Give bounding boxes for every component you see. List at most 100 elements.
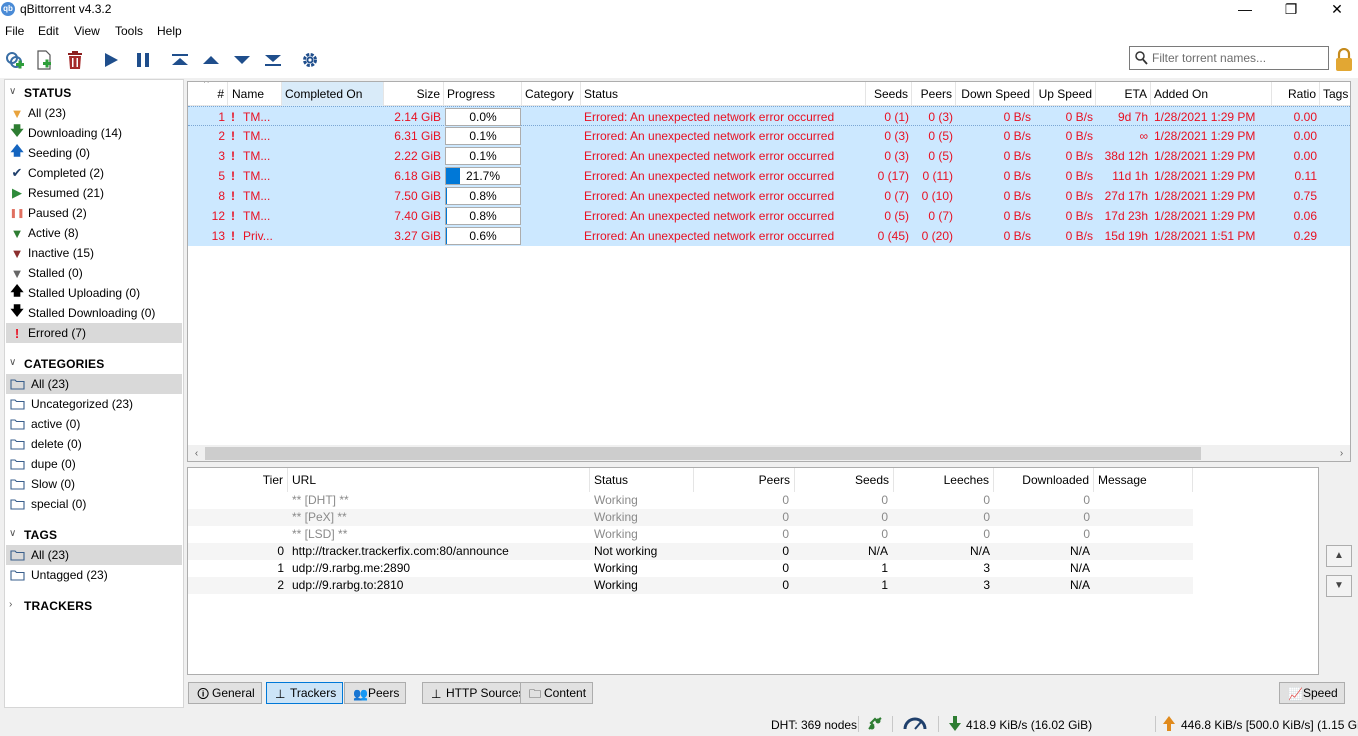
sidebar-status-item[interactable]: ✔ Completed (2) [6,163,182,183]
tracker-column-header[interactable]: Seeds [795,468,894,492]
tracker-column-header[interactable]: Peers [694,468,795,492]
lock-icon[interactable] [1334,48,1354,72]
maximize-button[interactable]: ❐ [1268,0,1314,20]
delete-torrent-button[interactable] [62,48,88,72]
torrent-row[interactable]: 13! Priv... 3.27 GiB 0.6% Errored: An unexpe… [188,226,1350,246]
column-header[interactable]: Peers [912,82,956,106]
torrent-row[interactable]: 5! TM... 6.18 GiB 21.7% Errored: An unexpect… [188,166,1350,186]
add-torrent-link-button[interactable] [1,48,27,72]
close-button[interactable]: ✕ [1314,0,1358,20]
pause-button[interactable] [130,48,156,72]
sidebar-status-item[interactable]: ▼ Stalled (0) [6,263,182,283]
sidebar-status-item[interactable]: ! Errored (7) [6,323,182,343]
menu-edit[interactable]: Edit [38,24,59,38]
sidebar-status-item[interactable]: 🡇 Downloading (14) [6,123,182,143]
tracker-column-header[interactable]: Status [590,468,694,492]
tracker-cell-url: udp://9.rarbg.to:2810 [292,578,404,592]
tracker-column-header[interactable]: Message [1094,468,1193,492]
sidebar-tag-item[interactable]: Untagged (23) [6,565,182,585]
tracker-row[interactable]: ** [PeX] ** Working 0 0 0 0 [188,509,1193,526]
sidebar-category-item[interactable]: delete (0) [6,434,182,454]
column-header[interactable]: Ratio [1272,82,1320,106]
connection-status-icon[interactable] [867,717,883,731]
search-input[interactable] [1152,50,1324,66]
column-header[interactable]: Progress [444,82,522,106]
sidebar-category-item[interactable]: Slow (0) [6,474,182,494]
sidebar-status-item[interactable]: 🡅 Seeding (0) [6,143,182,163]
qbittorrent-logo-icon: qb [1,2,15,16]
tracker-row[interactable]: 0 http://tracker.trackerfix.com:80/announ… [188,543,1193,560]
tracker-row[interactable]: ** [DHT] ** Working 0 0 0 0 [188,492,1193,509]
chevron-right-icon: › [9,599,13,610]
tags-section-header[interactable]: ∨ TAGS [5,524,183,544]
column-header[interactable]: Up Speed [1034,82,1096,106]
sidebar-category-item[interactable]: active (0) [6,414,182,434]
menu-file[interactable]: File [5,24,24,38]
status-section-header[interactable]: ∨ STATUS [5,82,183,102]
tab-trackers[interactable]: ⊥ Trackers [266,682,344,704]
sidebar-category-item[interactable]: dupe (0) [6,454,182,474]
sidebar-category-item[interactable]: special (0) [6,494,182,514]
speed-limit-icon[interactable] [903,716,927,730]
torrent-row[interactable]: 1! TM... 2.14 GiB 0.0% Errored: An unexpecte… [188,106,1350,126]
tab-http-sources[interactable]: ⊥ HTTP Sources [422,682,532,704]
tracker-row[interactable]: 2 udp://9.rarbg.to:2810 Working 0 1 3 N/A [188,577,1193,594]
tracker-cell-url: ** [LSD] ** [292,527,348,541]
sidebar-status-item[interactable]: ▼ Active (8) [6,223,182,243]
sidebar-status-item[interactable]: 🡅 Stalled Uploading (0) [6,283,182,303]
column-header[interactable]: Size [384,82,444,106]
tracker-move-down-button[interactable]: ▼ [1326,575,1352,597]
column-header[interactable]: Completed On [282,82,384,106]
search-field[interactable] [1129,46,1329,70]
sidebar-category-item[interactable]: All (23) [6,374,182,394]
torrent-row[interactable]: 8! TM... 7.50 GiB 0.8% Errored: An unexpecte… [188,186,1350,206]
sidebar-category-item[interactable]: Uncategorized (23) [6,394,182,414]
resume-button[interactable] [98,48,124,72]
categories-section-header[interactable]: ∨ CATEGORIES [5,353,183,373]
sidebar-status-item[interactable]: ❚❚ Paused (2) [6,203,182,223]
minimize-button[interactable]: — [1222,0,1268,20]
move-to-bottom-button[interactable] [260,48,286,72]
torrent-row[interactable]: 3! TM... 2.22 GiB 0.1% Errored: An unexpecte… [188,146,1350,166]
scroll-left-icon[interactable]: ‹ [188,446,205,461]
column-header[interactable]: Added On [1151,82,1272,106]
menu-tools[interactable]: Tools [115,24,143,38]
speed-button[interactable]: 📈Speed [1279,682,1345,704]
sidebar-tag-item[interactable]: All (23) [6,545,182,565]
horizontal-scrollbar[interactable]: ‹ › [188,445,1350,461]
sidebar-status-item[interactable]: ▼ Inactive (15) [6,243,182,263]
tab-general[interactable]: 🛈 General [188,682,262,704]
sidebar-status-item[interactable]: ▼ All (23) [6,103,182,123]
folder-icon [9,547,25,563]
tab-content[interactable]: 🗀 Content [520,682,594,704]
tracker-row[interactable]: ** [LSD] ** Working 0 0 0 0 [188,526,1193,543]
move-down-button[interactable] [229,48,255,72]
tracker-move-up-button[interactable]: ▲ [1326,545,1352,567]
tracker-column-header[interactable]: Leeches [894,468,994,492]
sidebar-status-item[interactable]: ▶ Resumed (21) [6,183,182,203]
tracker-row[interactable]: 1 udp://9.rarbg.me:2890 Working 0 1 3 N/A [188,560,1193,577]
torrent-row[interactable]: 12! TM... 7.40 GiB 0.8% Errored: An unexpect… [188,206,1350,226]
tracker-column-header[interactable]: Tier [188,468,288,492]
scroll-right-icon[interactable]: › [1333,446,1350,461]
move-to-top-button[interactable] [167,48,193,72]
tracker-column-header[interactable]: Downloaded [994,468,1094,492]
tracker-column-header[interactable]: URL [288,468,590,492]
sidebar-status-item[interactable]: 🡇 Stalled Downloading (0) [6,303,182,323]
column-header[interactable]: Name [228,82,282,106]
column-header[interactable]: Down Speed [956,82,1034,106]
trackers-section-header[interactable]: › TRACKERS [5,595,183,615]
column-header[interactable]: Seeds [866,82,912,106]
column-header[interactable]: Status [581,82,866,106]
tab-peers[interactable]: 👥Peers [344,682,407,704]
column-header[interactable]: ETA [1096,82,1151,106]
torrent-row[interactable]: 2! TM... 6.31 GiB 0.1% Errored: An unexpecte… [188,126,1350,146]
add-torrent-file-button[interactable] [31,48,57,72]
move-up-button[interactable] [198,48,224,72]
options-button[interactable] [297,48,323,72]
menu-view[interactable]: View [74,24,100,38]
scrollbar-thumb[interactable] [205,447,1201,460]
column-header[interactable]: Category [522,82,581,106]
menu-help[interactable]: Help [157,24,182,38]
column-header[interactable]: Tags [1320,82,1350,106]
